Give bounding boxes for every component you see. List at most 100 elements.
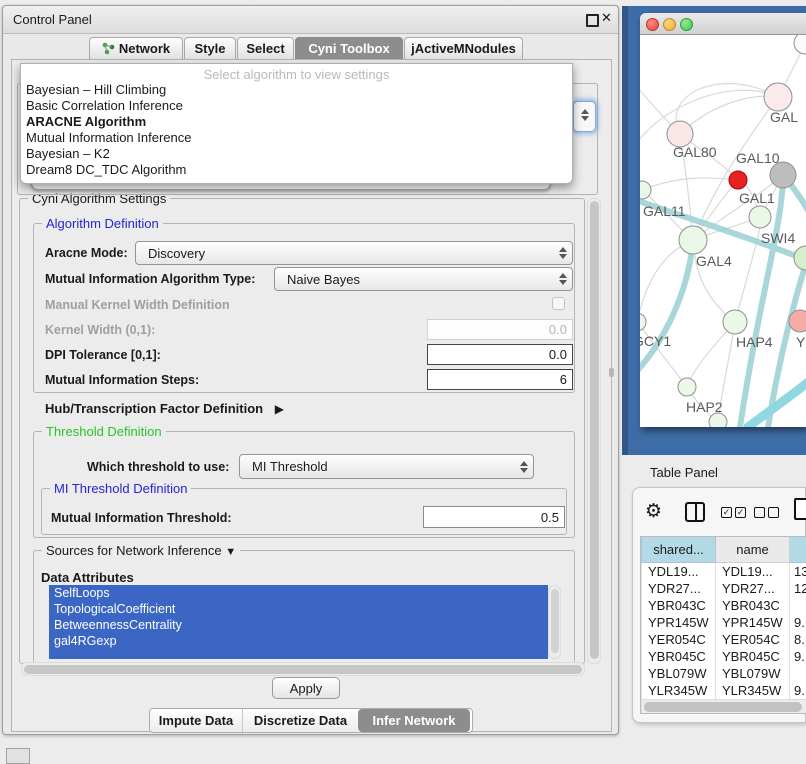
table-row[interactable]: YLR345WYLR345W9. — [642, 682, 806, 699]
dpi-tolerance-field[interactable]: 0.0 — [427, 344, 573, 365]
control-panel-title: Control Panel — [13, 12, 92, 27]
threshold-definition-title: Threshold Definition — [42, 424, 166, 439]
node-label: GAL10 — [736, 150, 780, 166]
control-panel-titlebar[interactable] — [3, 6, 618, 34]
which-threshold-value: MI Threshold — [240, 459, 515, 474]
node-label: GCY1 — [640, 333, 671, 349]
network-node-gal4[interactable] — [679, 226, 707, 254]
mac-zoom-icon[interactable] — [680, 18, 693, 31]
network-canvas[interactable]: GALGAL80GAL10GAL1GAL11SWI4GAL4GCY1HAP4YH… — [640, 35, 806, 427]
close-window-icon[interactable]: ✕ — [601, 10, 612, 26]
dropdown-item[interactable]: ARACNE Algorithm — [21, 114, 572, 130]
network-node-gal[interactable] — [764, 83, 792, 111]
table-horizontal-scrollbar[interactable] — [642, 699, 806, 714]
settings-vertical-scrollbar[interactable] — [587, 198, 601, 664]
mi-type-combobox[interactable]: Naive Bayes — [274, 267, 573, 291]
table-row[interactable]: YDR27...YDR27...12 — [642, 580, 806, 597]
column-header-shared-name[interactable]: shared... — [642, 537, 716, 563]
data-attributes-label: Data Attributes — [41, 570, 134, 585]
algorithm-dropdown-popup: Select algorithm to view settings Bayesi… — [20, 63, 573, 184]
manual-kernel-checkbox[interactable] — [552, 297, 565, 310]
table-panel-title: Table Panel — [650, 465, 718, 480]
column-header-third[interactable]: A — [790, 537, 806, 563]
tab-impute-data[interactable]: Impute Data — [150, 709, 243, 732]
dropdown-item[interactable]: Basic Correlation Inference — [21, 98, 572, 114]
deselect-all-columns-icon[interactable] — [754, 507, 779, 518]
node-label: GAL — [770, 109, 798, 125]
export-table-icon[interactable] — [794, 498, 806, 520]
network-node[interactable] — [709, 413, 727, 427]
attribute-item[interactable]: SelfLoops — [49, 585, 548, 601]
node-label: GAL4 — [696, 253, 732, 269]
kernel-width-field[interactable]: 0.0 — [427, 319, 573, 340]
attribute-item[interactable]: BetweennessCentrality — [49, 617, 548, 633]
column-header-name[interactable]: name — [716, 537, 790, 563]
network-node-hap4[interactable] — [723, 310, 747, 334]
gear-icon[interactable]: ⚙ — [645, 500, 662, 523]
network-node[interactable] — [794, 35, 806, 54]
network-icon — [102, 42, 115, 55]
node-label: HAP4 — [736, 334, 773, 350]
manual-kernel-label: Manual Kernel Width Definition — [45, 298, 230, 312]
attribute-item[interactable]: TopologicalCoefficient — [49, 601, 548, 617]
which-threshold-combobox[interactable]: MI Threshold — [239, 454, 534, 479]
tab-discretize-data[interactable]: Discretize Data — [243, 709, 358, 732]
split-columns-icon[interactable] — [685, 502, 705, 522]
hub-definition-expander[interactable]: Hub/Transcription Factor Definition ▶ — [45, 401, 284, 416]
tab-cyni-toolbox[interactable]: Cyni Toolbox — [295, 37, 403, 59]
sources-title[interactable]: Sources for Network Inference ▼ — [42, 543, 240, 558]
node-label: SWI4 — [761, 230, 795, 246]
mi-steps-field[interactable]: 6 — [427, 369, 573, 390]
network-node-swi4[interactable] — [794, 246, 806, 270]
focused-combobox-spinner[interactable] — [573, 101, 596, 132]
tab-label: Impute Data — [159, 713, 233, 728]
kernel-width-label: Kernel Width (0,1): — [45, 323, 155, 337]
attributes-scrollbar[interactable] — [548, 585, 561, 659]
table-row[interactable]: YBR043CYBR043C — [642, 597, 806, 614]
network-node-gal1[interactable] — [749, 206, 771, 228]
network-window[interactable]: GALGAL80GAL10GAL1GAL11SWI4GAL4GCY1HAP4YH… — [640, 13, 806, 427]
settings-horizontal-scrollbar[interactable] — [21, 662, 585, 676]
tab-network[interactable]: Network — [89, 37, 183, 59]
algorithm-definition-title: Algorithm Definition — [42, 216, 163, 231]
mi-threshold-group-title: MI Threshold Definition — [50, 481, 191, 496]
dropdown-item[interactable]: Bayesian – K2 — [21, 146, 572, 162]
dropdown-item[interactable]: Dream8 DC_TDC Algorithm — [21, 162, 572, 178]
table-row[interactable]: YBL079WYBL079W — [642, 665, 806, 682]
table-row[interactable]: YPR145WYPR145W9. — [642, 614, 806, 631]
node-label: GAL80 — [673, 144, 717, 160]
combo-spinner-icon — [554, 247, 572, 259]
float-window-icon[interactable] — [586, 14, 599, 27]
tab-select[interactable]: Select — [237, 37, 294, 59]
network-node-y[interactable] — [789, 310, 806, 332]
dropdown-item[interactable]: Bayesian – Hill Climbing — [21, 82, 572, 98]
algorithm-dropdown-list: Bayesian – Hill ClimbingBasic Correlatio… — [21, 82, 572, 178]
select-all-columns-icon[interactable]: ✓✓ — [721, 507, 746, 518]
tab-style[interactable]: Style — [184, 37, 236, 59]
network-node-hap2[interactable] — [678, 378, 696, 396]
apply-button[interactable]: Apply — [272, 677, 340, 699]
network-node-gcy1[interactable] — [640, 313, 646, 331]
tab-label: Network — [119, 41, 170, 56]
table-row[interactable]: YBR045CYBR045C9. — [642, 648, 806, 665]
mi-threshold-field[interactable]: 0.5 — [423, 506, 565, 528]
table-row[interactable]: YDL19...YDL19...13 — [642, 563, 806, 581]
aracne-mode-combobox[interactable]: Discovery — [135, 241, 573, 265]
network-node[interactable] — [729, 171, 747, 189]
tab-jactivemnodules[interactable]: jActiveMNodules — [404, 37, 523, 59]
mi-threshold-label: Mutual Information Threshold: — [51, 511, 232, 525]
node-label: GAL1 — [739, 190, 775, 206]
dropdown-item[interactable]: Mutual Information Inference — [21, 130, 572, 146]
mac-minimize-icon[interactable] — [663, 18, 676, 31]
attribute-item[interactable]: gal4RGexp — [49, 633, 548, 649]
tab-label: jActiveMNodules — [411, 41, 516, 56]
tab-label: Select — [246, 41, 284, 56]
tab-infer-network[interactable]: Infer Network — [358, 709, 470, 732]
mac-close-icon[interactable] — [646, 18, 659, 31]
aracne-mode-label: Aracne Mode: — [45, 246, 128, 260]
data-attributes-list[interactable]: SelfLoopsTopologicalCoefficientBetweenne… — [49, 585, 548, 659]
panel-divider-grip[interactable] — [609, 368, 614, 377]
table-row[interactable]: YER054CYER054C8. — [642, 631, 806, 648]
aracne-mode-value: Discovery — [136, 246, 554, 261]
tab-label: Discretize Data — [254, 713, 347, 728]
